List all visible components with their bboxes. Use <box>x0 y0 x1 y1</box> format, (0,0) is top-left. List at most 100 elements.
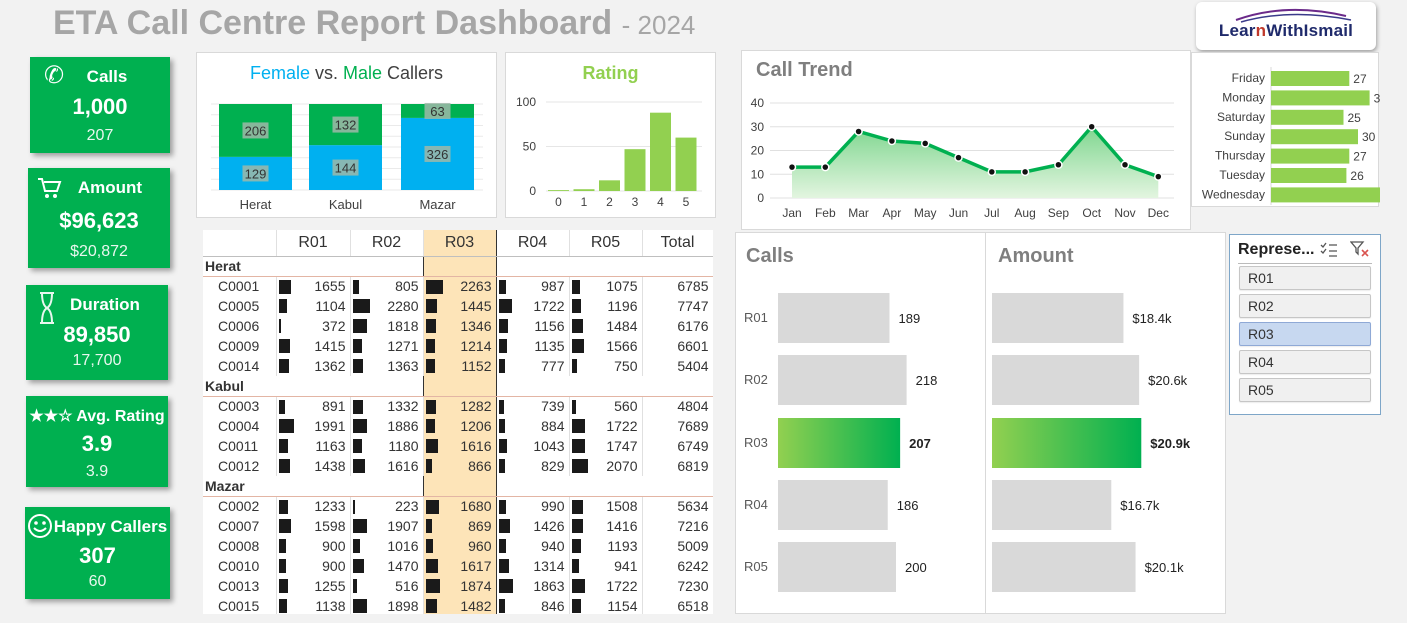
caller-id-cell: C0003 <box>203 396 277 416</box>
kpi-happy-label: Happy Callers <box>53 517 168 536</box>
cell-value: 2263 <box>460 278 492 295</box>
data-bar <box>571 339 584 353</box>
caller-id-cell: C0007 <box>203 516 277 536</box>
data-label: 25 <box>1348 111 1362 125</box>
data-label: 218 <box>916 373 938 388</box>
value-cell: 1426 <box>496 516 570 536</box>
data-bar <box>571 539 581 553</box>
cell-value: 1426 <box>533 518 565 534</box>
data-label: 189 <box>899 311 921 326</box>
column-header-blank <box>203 230 277 257</box>
x-tick-label: 1 <box>581 195 588 209</box>
value-cell: 1991 <box>276 416 351 436</box>
data-bar <box>498 559 509 573</box>
data-label: 34 <box>1374 91 1380 105</box>
weekday-bar <box>1271 168 1347 183</box>
column-header: Total <box>642 230 713 257</box>
data-bar <box>571 319 584 333</box>
total-cell: 6749 <box>642 436 713 456</box>
total-cell: 5009 <box>642 536 713 556</box>
cell-value: 1566 <box>606 338 638 354</box>
value-cell: 1193 <box>569 536 643 556</box>
y-tick-label: 20 <box>751 144 765 158</box>
clear-filter-icon[interactable] <box>1350 240 1370 258</box>
y-tick-label: 10 <box>751 167 765 181</box>
group-cell-empty <box>642 476 713 497</box>
cell-value: 941 <box>614 558 638 574</box>
y-tick-label: R05 <box>744 559 768 574</box>
cell-value: 1104 <box>315 298 346 314</box>
trend-point <box>1054 160 1063 169</box>
data-label: 200 <box>905 560 927 575</box>
call-trend-panel: Call Trend 0 10 20 30 40 Jan Feb Mar Apr May Jun Ju… <box>741 50 1191 230</box>
data-bar <box>571 399 576 414</box>
y-tick-label: Friday <box>1232 71 1265 85</box>
data-bar <box>571 419 585 433</box>
value-cell: 1180 <box>350 436 424 456</box>
kpi-rating-value: 3.9 <box>81 431 113 456</box>
kpi-calls-sub: 207 <box>86 127 114 144</box>
slicer-item-r03[interactable]: R03 <box>1239 322 1371 346</box>
slicer-item-r05[interactable]: R05 <box>1239 378 1371 402</box>
data-bar <box>498 359 505 373</box>
value-cell: 829 <box>496 456 570 476</box>
data-bar <box>425 599 438 613</box>
table-row: C0011 1163 1180 1616 1043 1747 6749 <box>203 436 713 456</box>
value-cell: 1135 <box>496 336 570 356</box>
amount-by-rep-panel: Amount $18.4k $20.6k $20.9k $16.7k $20.1k <box>985 232 1226 614</box>
data-bar <box>425 579 441 593</box>
table-row: C0008 900 1016 960 940 1193 5009 <box>203 536 713 556</box>
cell-value: 1152 <box>461 358 492 374</box>
slicer-title: Represe... <box>1238 241 1315 258</box>
data-bar <box>425 359 435 373</box>
data-bar <box>352 419 368 433</box>
value-cell: 516 <box>350 576 424 596</box>
group-cell-empty <box>276 256 350 277</box>
data-bar <box>498 279 507 294</box>
amount-by-rep-svg: $18.4k $20.6k $20.9k $16.7k $20.1k <box>992 293 1191 592</box>
data-bar <box>571 359 578 373</box>
rating-bar <box>650 112 671 191</box>
slicer-item-r01[interactable]: R01 <box>1239 266 1371 290</box>
cell-value: 805 <box>395 278 419 295</box>
slicer-item-r04[interactable]: R04 <box>1239 350 1371 374</box>
caller-id-cell: C0001 <box>203 276 277 296</box>
page-subtitle-year: - 2024 <box>621 10 696 40</box>
x-tick-label: Aug <box>1014 206 1035 220</box>
rating-bar <box>599 180 620 191</box>
caller-id-cell: C0013 <box>203 576 277 596</box>
data-bar <box>498 399 505 414</box>
value-cell: 1566 <box>569 336 643 356</box>
cell-value: 1655 <box>314 278 346 295</box>
weekday-bar <box>1271 187 1380 203</box>
x-tick-label: May <box>914 206 937 220</box>
rating-bar <box>548 190 569 191</box>
cell-value: 1156 <box>534 318 565 334</box>
x-tick-label: 4 <box>657 195 664 209</box>
cell-value: 891 <box>322 398 346 415</box>
cell-value: 1508 <box>606 498 638 515</box>
x-tick-label: Sep <box>1048 206 1070 220</box>
group-label: Mazar <box>203 476 276 497</box>
table-row: C0005 1104 2280 1445 1722 1196 7747 <box>203 296 713 316</box>
data-bar <box>278 279 292 294</box>
total-cell: 6176 <box>642 316 713 336</box>
y-tick-label: 0 <box>529 184 536 198</box>
value-cell: 1655 <box>276 276 351 296</box>
y-tick-label: 30 <box>751 120 765 134</box>
data-bar <box>425 499 439 514</box>
data-bar <box>498 579 514 593</box>
data-bar <box>498 539 506 553</box>
multi-select-icon[interactable] <box>1320 241 1338 257</box>
value-cell: 884 <box>496 416 570 436</box>
rating-bar <box>624 149 646 191</box>
data-bar <box>278 559 286 573</box>
value-cell: 805 <box>350 276 424 296</box>
value-cell: 1863 <box>496 576 570 596</box>
slicer-item-r02[interactable]: R02 <box>1239 294 1371 318</box>
weekday-chart-panel: Friday 27 Monday 34 Saturday 25 Sunday 30 Thursd… <box>1191 52 1380 207</box>
page-title: ETA Call Centre Report Dashboard - 2024 <box>53 4 696 42</box>
cell-value: 1415 <box>314 338 346 354</box>
rep-bar <box>992 542 1136 592</box>
data-bar <box>498 459 505 473</box>
